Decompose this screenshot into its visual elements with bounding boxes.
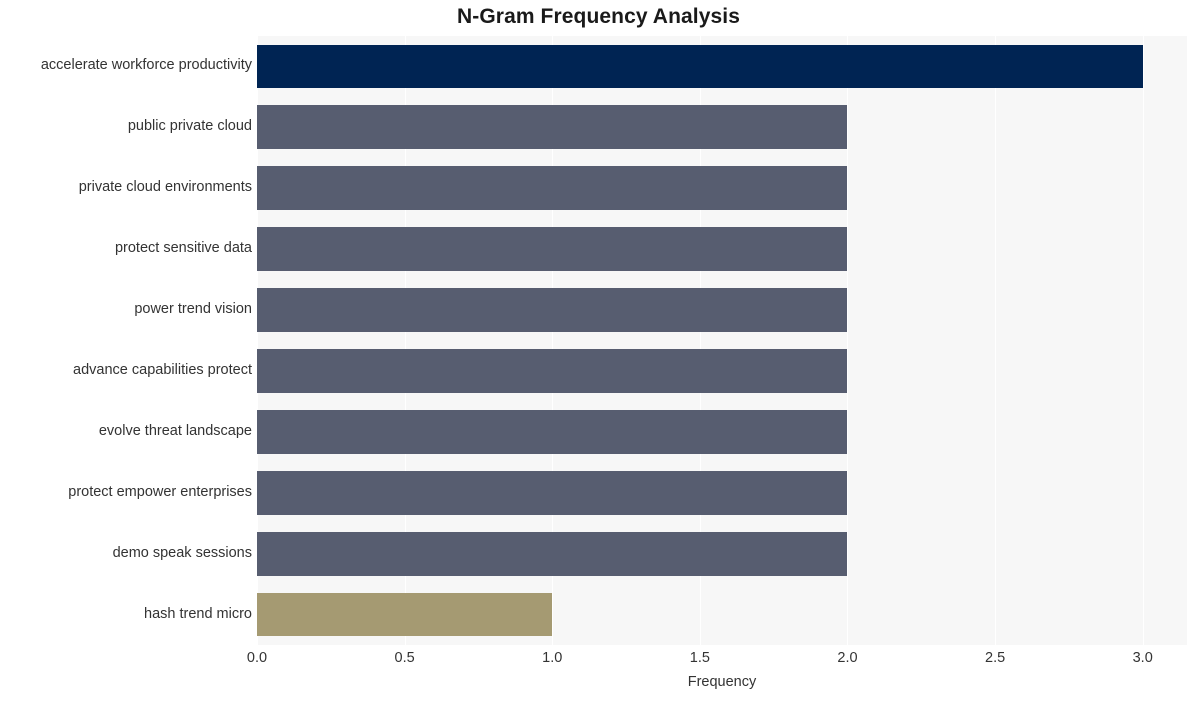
bar-row[interactable] [257,227,1187,272]
bar-row[interactable] [257,288,1187,332]
y-axis-tick-label: demo speak sessions [112,544,252,561]
bar-row[interactable] [257,531,1187,576]
bar[interactable] [257,166,848,211]
y-axis-tick-label: evolve threat landscape [98,422,252,439]
bar-row[interactable] [257,349,1187,393]
x-axis-tick-label: 0.0 [246,650,268,666]
x-axis-tick-label: 2.0 [837,650,858,666]
x-axis-tick-label: 2.5 [985,650,1006,666]
bar[interactable] [257,531,848,576]
y-axis-tick-label: accelerate workforce productivity [40,57,252,74]
bar-row[interactable] [257,166,1187,211]
bar[interactable] [257,105,848,150]
bar[interactable] [257,409,848,454]
bar[interactable] [257,349,848,393]
bar-row[interactable] [257,105,1187,150]
x-axis-tick-label: 1.5 [689,650,710,666]
chart-title: N-Gram Frequency Analysis [457,5,740,28]
bar-row[interactable] [257,592,1187,637]
plot-area [257,36,1187,645]
x-axis-tick-label: 3.0 [1132,650,1153,666]
bar[interactable] [257,227,848,272]
y-axis-tick-label: protect sensitive data [114,240,252,257]
x-axis-tick-label: 1.0 [542,650,563,666]
y-axis-tick-label: protect empower enterprises [68,483,252,500]
y-axis-tick-label: advance capabilities protect [73,361,252,378]
y-axis-tick-label: private cloud environments [78,179,252,196]
chart-figure: N-Gram Frequency Analysis accelerate wor… [0,0,1197,701]
x-axis-title: Frequency [687,674,757,690]
x-axis-tick-label: 0.5 [394,650,415,666]
y-axis-tick-label: power trend vision [134,301,252,318]
y-axis-tick-label: public private cloud [127,118,252,135]
bar[interactable] [257,592,553,637]
bar-row[interactable] [257,44,1187,89]
y-axis-tick-label: hash trend micro [144,605,252,622]
bar-row[interactable] [257,470,1187,515]
bar-row[interactable] [257,409,1187,454]
bar-series [257,36,1187,645]
bar[interactable] [257,288,848,332]
bar[interactable] [257,44,1143,89]
bar[interactable] [257,470,848,515]
